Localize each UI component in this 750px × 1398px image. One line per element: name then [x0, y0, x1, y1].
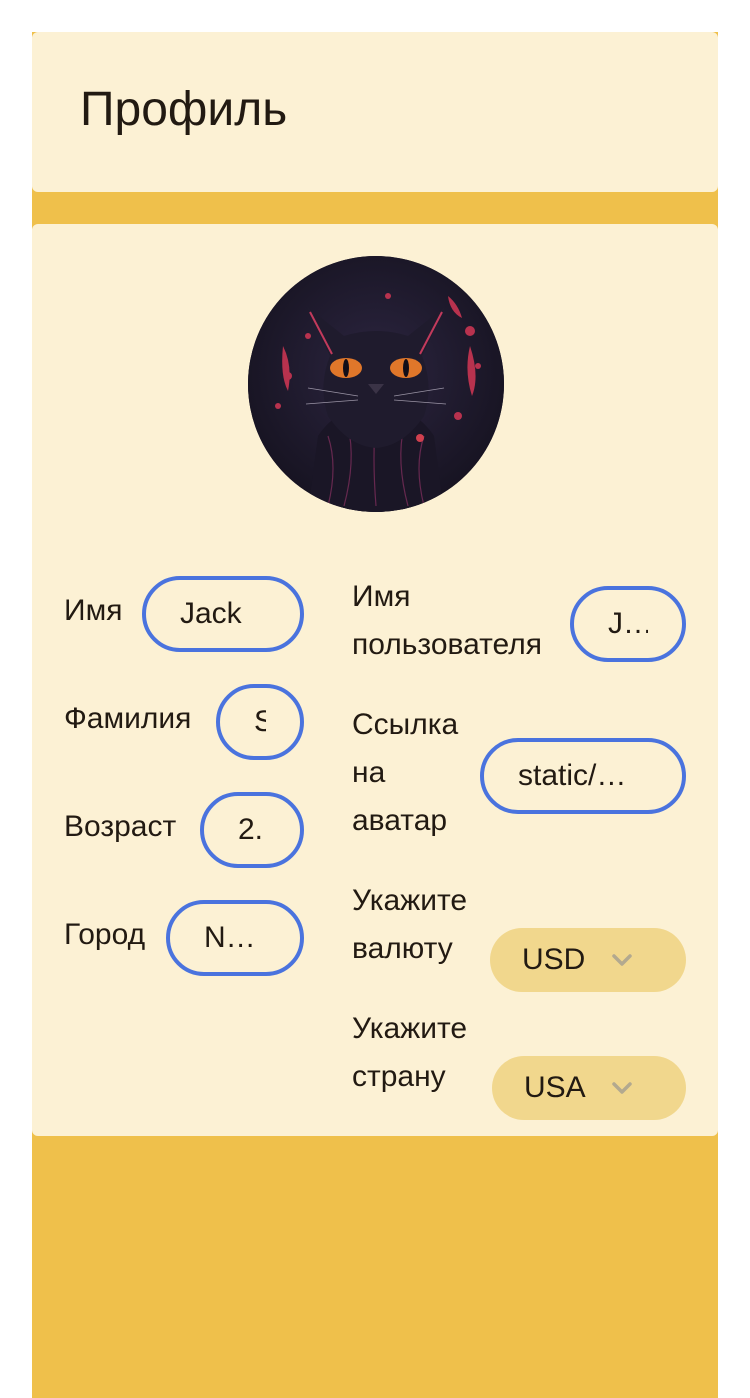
- username-label-line2: пользователя: [352, 628, 542, 661]
- currency-label-line2: валюту: [352, 932, 453, 965]
- avatar: [248, 256, 504, 512]
- last-name-label: Фамилия: [64, 702, 192, 735]
- chevron-down-icon: [612, 1082, 632, 1094]
- page-background: Профиль Имя Jack Фамилия S Возраст 2. Го…: [32, 32, 718, 1398]
- avatar-link-label-line2: на: [352, 756, 386, 789]
- username-input[interactable]: [570, 586, 686, 662]
- city-input[interactable]: [166, 900, 304, 976]
- currency-selected-value: USD: [522, 943, 586, 976]
- avatar-link-label-line1: Ссылка: [352, 708, 459, 741]
- username-label-line1: Имя: [352, 580, 411, 613]
- age-input[interactable]: [200, 792, 304, 868]
- country-label-line2: страну: [352, 1060, 446, 1093]
- first-name-label: Имя: [64, 594, 123, 627]
- country-selected-value: USA: [524, 1071, 586, 1104]
- age-label: Возраст: [64, 810, 177, 843]
- profile-card: Имя Фамилия Возраст Город Имя пользовате…: [32, 224, 718, 1136]
- currency-label-line1: Укажите: [352, 884, 468, 917]
- page-title: Профиль: [80, 83, 288, 136]
- cat-avatar-image: [248, 256, 504, 512]
- avatar-link-label-line3: аватар: [352, 804, 448, 837]
- city-label: Город: [64, 918, 146, 951]
- country-label-line1: Укажите: [352, 1012, 468, 1045]
- currency-select[interactable]: USD: [490, 928, 686, 992]
- chevron-down-icon: [612, 954, 632, 966]
- avatar-link-input[interactable]: [480, 738, 686, 814]
- first-name-input[interactable]: [142, 576, 304, 652]
- last-name-input[interactable]: [216, 684, 304, 760]
- country-select[interactable]: USA: [492, 1056, 686, 1120]
- page-header: Профиль: [32, 32, 718, 192]
